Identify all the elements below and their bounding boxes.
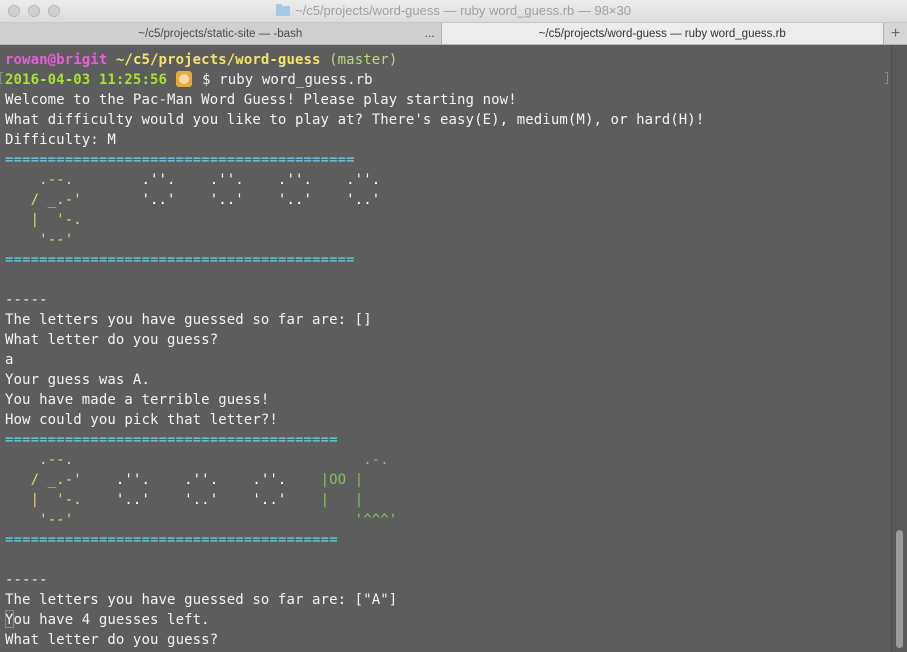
terminal-scrollbar[interactable] <box>891 45 907 652</box>
ghost-art: |OO | <box>303 472 364 488</box>
board-separator: ========================================… <box>5 252 355 268</box>
board-art-row: .--. .-. <box>5 450 704 470</box>
user-input-line: a <box>5 352 14 368</box>
pacman-art: '--' <box>5 232 116 248</box>
pellets-art: '..' '..' '..' '..' <box>115 192 381 208</box>
prompt-line: rowan@brigit ~/c5/projects/word-guess (m… <box>5 50 704 70</box>
board-art-row: / _.-' '..' '..' '..' '..' <box>5 190 704 210</box>
board-separator: ======================================= <box>5 532 338 548</box>
output-line: Welcome to the Pac-Man Word Guess! Pleas… <box>5 92 517 108</box>
output-divider: ----- <box>5 572 48 588</box>
board-art-row: '--' <box>5 230 704 250</box>
pacman-art: | '-. <box>5 492 116 508</box>
prompt-mark-left <box>0 72 3 84</box>
ghost-art: '^^^' <box>115 512 398 528</box>
prompt-symbol: $ <box>202 72 211 88</box>
scrollbar-thumb[interactable] <box>896 530 903 648</box>
board-art-row: .--. .''. .''. .''. .''. <box>5 170 704 190</box>
pellets-art: .''. .''. .''. .''. <box>115 172 381 188</box>
output-line: What letter do you guess? <box>5 632 219 648</box>
window-titlebar: ~/c5/projects/word-guess — ruby word_gue… <box>0 0 907 22</box>
window-title: ~/c5/projects/word-guess — ruby word_gue… <box>294 3 631 18</box>
ghost-art: | | <box>303 492 364 508</box>
board-art-row: / _.-' .''. .''. .''. |OO | <box>5 470 704 490</box>
pellets-art: .''. .''. .''. <box>115 472 304 488</box>
prompt-datetime: 2016-04-03 11:25:56 <box>5 72 168 88</box>
window-title-area: ~/c5/projects/word-guess — ruby word_gue… <box>0 3 907 18</box>
board-separator: ========================================… <box>5 152 355 168</box>
prompt-mark-right <box>885 72 888 84</box>
output-line: The letters you have guessed so far are:… <box>5 312 372 328</box>
new-tab-button[interactable]: + <box>883 23 907 44</box>
terminal-cursor <box>5 610 14 628</box>
prompt-path: ~/c5/projects/word-guess <box>115 52 321 68</box>
tab-more-icon[interactable]: ... <box>425 26 435 40</box>
output-divider: ----- <box>5 292 48 308</box>
output-line: What letter do you guess? <box>5 332 219 348</box>
ghost-art: .-. <box>115 452 389 468</box>
tab-label: ~/c5/projects/word-guess — ruby word_gue… <box>538 27 786 40</box>
pacman-art: '--' <box>5 512 116 528</box>
tab-bar: ~/c5/projects/static-site — -bash ... ~/… <box>0 22 907 45</box>
prompt-branch: (master) <box>329 52 398 68</box>
pacman-art: / _.-' <box>5 472 116 488</box>
pacman-art: | '-. <box>5 212 116 228</box>
board-art-row: | '-. <box>5 210 704 230</box>
output-line: You have made a terrible guess! <box>5 392 270 408</box>
output-line: How could you pick that letter?! <box>5 412 278 428</box>
output-line: Your guess was A. <box>5 372 150 388</box>
tab-label: ~/c5/projects/static-site — -bash <box>138 27 303 40</box>
pacman-art: / _.-' <box>5 192 116 208</box>
prompt-user-host: rowan@brigit <box>5 52 108 68</box>
board-art-row: | '-. '..' '..' '..' | | <box>5 490 704 510</box>
emoji-face-icon <box>175 71 192 87</box>
command-line: 2016-04-03 11:25:56 $ ruby word_guess.rb <box>5 70 704 90</box>
pacman-art: .--. <box>5 452 116 468</box>
tab-static-site[interactable]: ~/c5/projects/static-site — -bash ... <box>0 23 442 44</box>
board-art-row: '--' '^^^' <box>5 510 704 530</box>
folder-icon <box>275 4 290 16</box>
output-line: The letters you have guessed so far are:… <box>5 592 398 608</box>
command-text: ruby word_guess.rb <box>219 72 373 88</box>
terminal-output[interactable]: rowan@brigit ~/c5/projects/word-guess (m… <box>0 45 891 652</box>
board-separator: ======================================= <box>5 432 338 448</box>
output-line: You have 4 guesses left. <box>5 612 210 628</box>
pacman-art: .--. <box>5 172 116 188</box>
output-line: Difficulty: M <box>5 132 116 148</box>
output-line: What difficulty would you like to play a… <box>5 112 705 128</box>
tab-word-guess[interactable]: ~/c5/projects/word-guess — ruby word_gue… <box>441 23 884 44</box>
pellets-art: '..' '..' '..' <box>115 492 304 508</box>
